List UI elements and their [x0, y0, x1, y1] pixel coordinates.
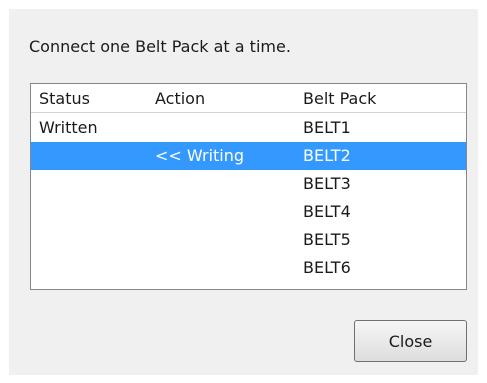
column-header-belt-pack[interactable]: Belt Pack — [303, 89, 376, 108]
list-rows: Written BELT1 << Writing BELT2 BELT3 BEL… — [31, 114, 466, 282]
belt-pack-list[interactable]: Status Action Belt Pack Written BELT1 <<… — [30, 83, 467, 290]
status-cell: Written — [39, 118, 98, 137]
belt-pack-cell: BELT1 — [303, 118, 351, 137]
instruction-text: Connect one Belt Pack at a time. — [29, 37, 291, 56]
belt-pack-cell: BELT5 — [303, 230, 351, 249]
belt-pack-cell: BELT3 — [303, 174, 351, 193]
list-row[interactable]: BELT4 — [31, 198, 466, 226]
belt-pack-cell: BELT2 — [303, 146, 351, 165]
close-button[interactable]: Close — [354, 320, 467, 362]
list-header: Status Action Belt Pack — [31, 84, 466, 113]
belt-pack-cell: BELT6 — [303, 258, 351, 277]
list-row[interactable]: << Writing BELT2 — [31, 142, 466, 170]
action-cell: << Writing — [155, 146, 245, 165]
list-row[interactable]: Written BELT1 — [31, 114, 466, 142]
list-row[interactable]: BELT3 — [31, 170, 466, 198]
belt-pack-dialog: Connect one Belt Pack at a time. Status … — [9, 9, 478, 375]
column-header-action[interactable]: Action — [155, 89, 205, 108]
list-row[interactable]: BELT6 — [31, 254, 466, 282]
list-row[interactable]: BELT5 — [31, 226, 466, 254]
column-header-status[interactable]: Status — [39, 89, 90, 108]
belt-pack-cell: BELT4 — [303, 202, 351, 221]
